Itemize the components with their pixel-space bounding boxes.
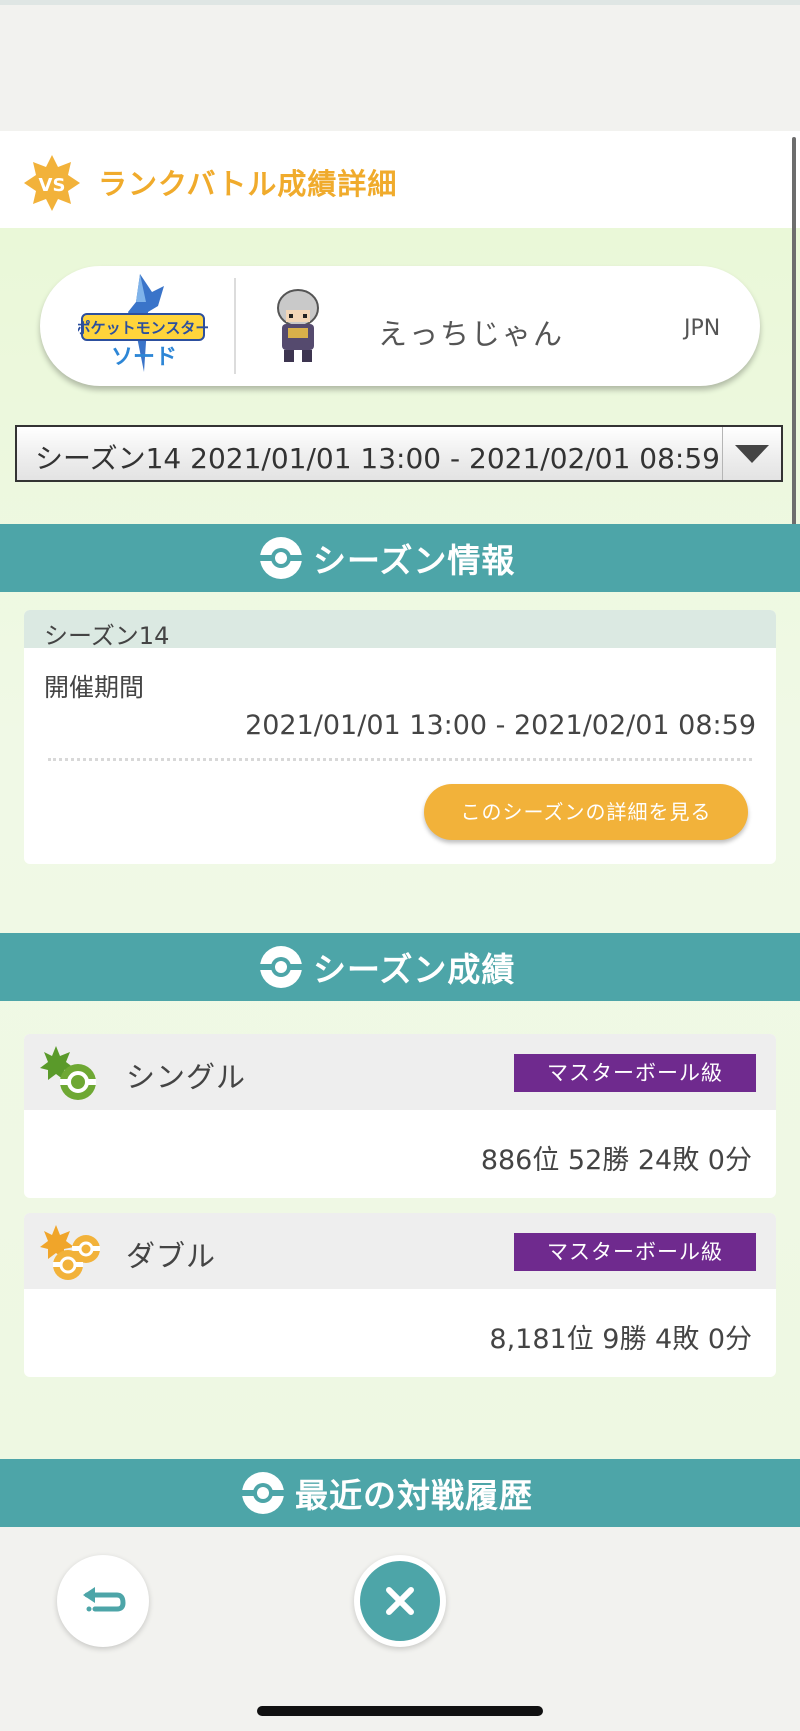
result-label: ダブル (126, 1239, 217, 1273)
result-body: 8,181位 9勝 4敗 0分 (24, 1289, 776, 1377)
single-battle-icon (40, 1046, 96, 1100)
period-value: 2021/01/01 13:00 - 2021/02/01 08:59 (245, 710, 756, 741)
result-body: 886位 52勝 24敗 0分 (24, 1110, 776, 1198)
pokeball-icon (260, 537, 302, 579)
result-record: 8,181位 9勝 4敗 0分 (489, 1324, 752, 1355)
season-card-header: シーズン14 (24, 610, 776, 650)
season-name: シーズン14 (44, 622, 170, 650)
player-name: えっちじゃん (378, 317, 565, 351)
page-title: ランクバトル成績詳細 (98, 167, 398, 201)
result-card-header: ダブル マスターボール級 (24, 1213, 776, 1289)
section-title: シーズン成績 (313, 950, 516, 989)
result-card-single: シングル マスターボール級 886位 52勝 24敗 0分 (24, 1034, 776, 1198)
return-arrow-icon (83, 1587, 126, 1612)
result-label: シングル (126, 1060, 247, 1094)
svg-text:VS: VS (39, 175, 66, 196)
rank-badge: マスターボール級 (514, 1054, 756, 1092)
chevron-down-icon (735, 445, 769, 463)
result-card-header: シングル マスターボール級 (24, 1034, 776, 1110)
svg-text:ポケットモンスター: ポケットモンスター (78, 319, 208, 337)
status-bar-edge (0, 0, 800, 5)
result-record: 886位 52勝 24敗 0分 (480, 1145, 752, 1176)
section-title: 最近の対戦履歴 (295, 1476, 533, 1515)
result-card-double: ダブル マスターボール級 8,181位 9勝 4敗 0分 (24, 1213, 776, 1377)
section-title: シーズン情報 (313, 541, 516, 580)
divider (48, 758, 752, 761)
season-detail-button[interactable]: このシーズンの詳細を見る (424, 784, 748, 840)
home-indicator[interactable] (257, 1706, 543, 1716)
season-info-card: シーズン14 開催期間 2021/01/01 13:00 - 2021/02/0… (24, 610, 776, 864)
season-select-value: シーズン14 2021/01/01 13:00 - 2021/02/01 08:… (35, 442, 720, 475)
pokeball-icon (260, 946, 302, 988)
trainer-avatar (268, 288, 328, 364)
page-header: VS ランクバトル成績詳細 (0, 131, 800, 228)
season-select[interactable]: シーズン14 2021/01/01 13:00 - 2021/02/01 08:… (15, 425, 783, 482)
close-button-face (360, 1561, 440, 1641)
bottom-toolbar (0, 1527, 800, 1731)
close-button[interactable] (354, 1555, 446, 1647)
back-button[interactable] (57, 1555, 149, 1647)
section-bar-season-info: シーズン情報 (0, 524, 800, 592)
section-bar-season-results: シーズン成績 (0, 933, 800, 1001)
vs-badge-icon: VS (22, 153, 82, 213)
double-battle-icon (40, 1225, 100, 1280)
player-region: JPN (684, 316, 721, 341)
profile-divider (234, 278, 236, 374)
rank-badge: マスターボール級 (514, 1233, 756, 1271)
game-logo-icon: ポケットモンスター ソード (76, 272, 210, 382)
pokeball-icon (242, 1472, 284, 1514)
period-label: 開催期間 (44, 673, 145, 702)
svg-text:ソード: ソード (111, 345, 177, 370)
section-bar-recent-battles: 最近の対戦履歴 (0, 1459, 800, 1527)
select-arrow-button[interactable] (722, 427, 781, 480)
close-icon (386, 1587, 414, 1615)
